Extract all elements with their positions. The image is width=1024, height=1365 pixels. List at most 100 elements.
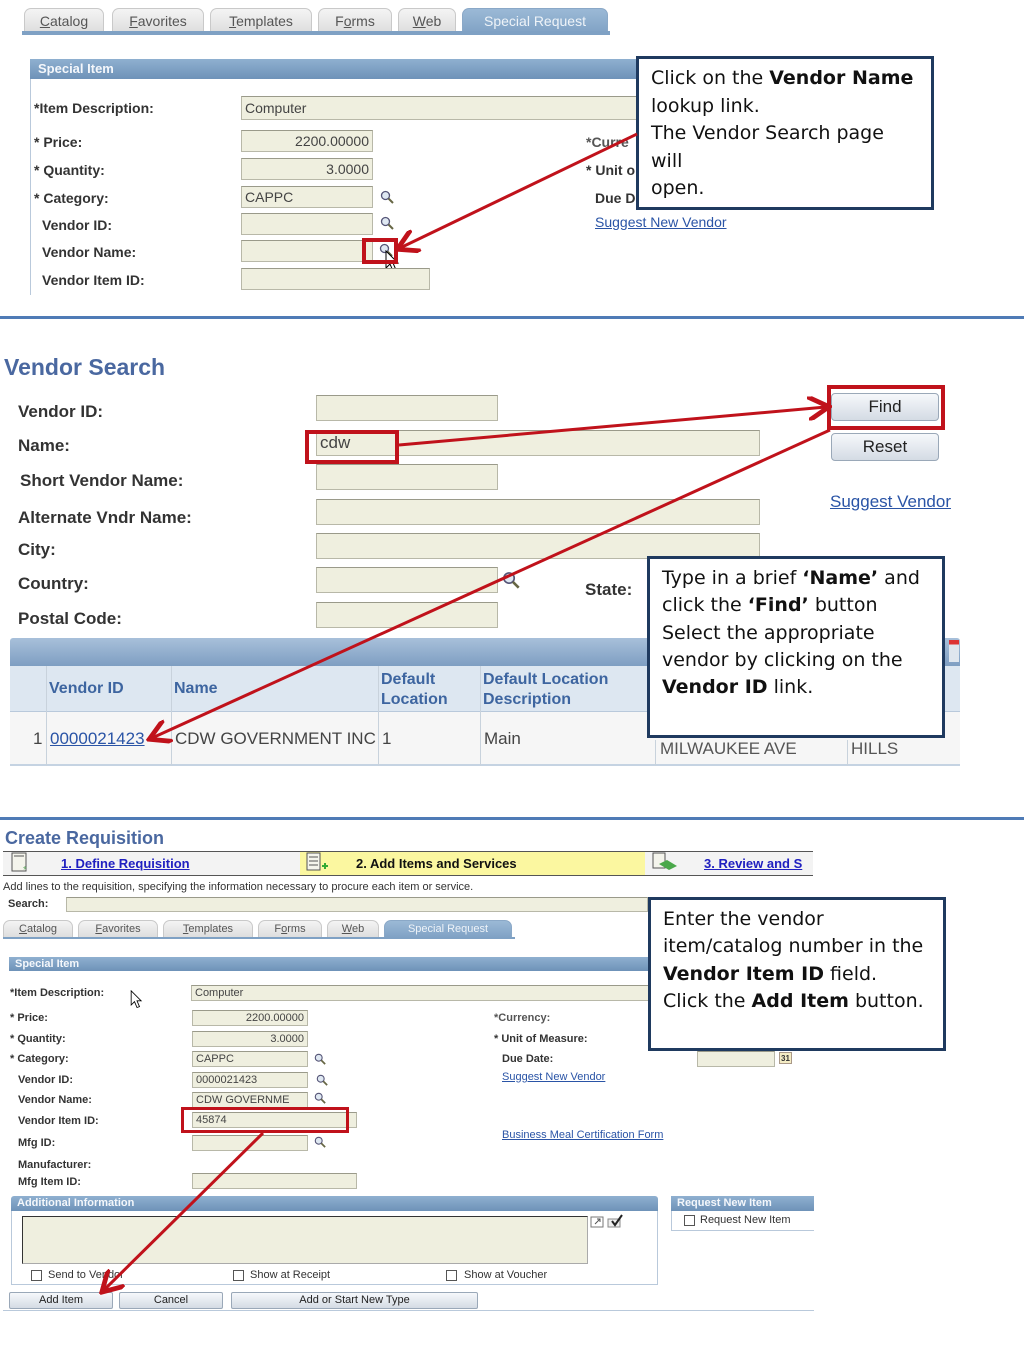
review-and-submit-icon bbox=[652, 852, 677, 870]
col-header-default-location[interactable]: Default Location bbox=[381, 670, 448, 710]
search-input[interactable] bbox=[66, 897, 648, 912]
vendor-name-field[interactable] bbox=[241, 240, 373, 262]
add-or-start-new-type-button[interactable]: Add or Start New Type bbox=[231, 1292, 478, 1309]
col-header-default-location-description[interactable]: Default Location Description bbox=[483, 670, 608, 710]
due-date-field[interactable] bbox=[697, 1051, 775, 1067]
step-review-and-submit[interactable]: 3. Review and S bbox=[704, 856, 802, 871]
default-location-cell: 1 bbox=[382, 729, 392, 748]
country-lookup-icon[interactable] bbox=[502, 571, 520, 589]
show-at-receipt-checkbox[interactable] bbox=[233, 1270, 244, 1281]
mfg-id-lookup-icon[interactable] bbox=[314, 1136, 326, 1148]
vs-alt-name-field[interactable] bbox=[316, 499, 760, 525]
vs-vendor-id-label: Vendor ID: bbox=[18, 402, 104, 421]
vendor-name-field[interactable]: CDW GOVERNME bbox=[192, 1092, 308, 1108]
instruction-callout-3: Enter the vendor item/catalog number in … bbox=[648, 897, 946, 1051]
due-date-label: Due Date: bbox=[502, 1053, 554, 1065]
category-field[interactable]: CAPPC bbox=[192, 1051, 308, 1067]
name-field-highlight bbox=[305, 430, 399, 464]
vendor-id-field[interactable]: 0000021423 bbox=[192, 1072, 308, 1088]
calendar-icon[interactable]: 31 bbox=[779, 1052, 792, 1064]
send-to-vendor-label: Send to Vendor bbox=[48, 1269, 124, 1281]
show-at-receipt-label: Show at Receipt bbox=[250, 1269, 331, 1281]
mfg-item-id-label: Mfg Item ID: bbox=[18, 1176, 81, 1188]
tab-catalog[interactable]: Catalog bbox=[3, 920, 73, 938]
grid-col-sep bbox=[378, 666, 379, 766]
suggest-new-vendor-link[interactable]: Suggest New Vendor bbox=[595, 214, 727, 230]
vs-vendor-id-field[interactable] bbox=[316, 395, 498, 421]
vendor-name-lookup-highlight bbox=[362, 238, 398, 264]
price-label: * Price: bbox=[34, 134, 83, 150]
suggest-new-vendor-link[interactable]: Suggest New Vendor bbox=[502, 1071, 605, 1083]
tab-web[interactable]: Web bbox=[327, 920, 379, 938]
item-description-field[interactable]: Computer bbox=[191, 985, 651, 1001]
tab-favorites[interactable]: Favorites bbox=[78, 920, 158, 938]
vendor-item-id-highlight bbox=[181, 1107, 349, 1133]
category-lookup-icon[interactable] bbox=[380, 190, 394, 204]
vendor-id-lookup-icon[interactable] bbox=[380, 216, 394, 230]
add-item-button[interactable]: Add Item bbox=[9, 1292, 113, 1309]
vs-country-field[interactable] bbox=[316, 567, 498, 593]
vendor-item-id-label: Vendor Item ID: bbox=[42, 272, 145, 288]
show-at-voucher-checkbox[interactable] bbox=[446, 1270, 457, 1281]
vendor-item-id-field[interactable] bbox=[241, 268, 430, 290]
vendor-name-label: Vendor Name: bbox=[18, 1094, 92, 1106]
show-at-voucher-label: Show at Voucher bbox=[464, 1269, 548, 1281]
request-new-item-checkbox[interactable] bbox=[684, 1215, 695, 1226]
vs-short-name-label: Short Vendor Name: bbox=[20, 471, 184, 490]
additional-information-header: Additional Information bbox=[11, 1196, 658, 1211]
cancel-button[interactable]: Cancel bbox=[119, 1292, 223, 1309]
instruction-callout-2: Type in a brief ‘Name’ and click the ‘Fi… bbox=[647, 556, 945, 738]
vendor-name-cell: CDW GOVERNMENT INC bbox=[175, 729, 376, 748]
grid-col-sep bbox=[847, 740, 848, 766]
vendor-name-label: Vendor Name: bbox=[42, 244, 137, 260]
category-label: * Category: bbox=[34, 190, 109, 206]
grid-col-sep bbox=[46, 666, 47, 766]
vs-postal-field[interactable] bbox=[316, 602, 498, 628]
instructions-text: Add lines to the requisition, specifying… bbox=[3, 881, 474, 893]
send-to-vendor-checkbox[interactable] bbox=[31, 1270, 42, 1281]
tab-special-request[interactable]: Special Request bbox=[384, 920, 512, 938]
quantity-field[interactable]: 3.0000 bbox=[241, 158, 373, 180]
mfg-item-id-field[interactable] bbox=[192, 1173, 357, 1189]
tab-templates[interactable]: Templates bbox=[163, 920, 253, 938]
section-divider-2 bbox=[0, 817, 1024, 820]
mfg-id-label: Mfg ID: bbox=[18, 1137, 56, 1149]
vs-country-label: Country: bbox=[18, 574, 89, 593]
vendor-id-result-link[interactable]: 0000021423 bbox=[50, 729, 145, 749]
vs-name-label: Name: bbox=[18, 436, 70, 455]
vs-city-label: City: bbox=[18, 540, 56, 559]
grid-toolbar-icon[interactable] bbox=[949, 640, 959, 662]
tab-forms[interactable]: Forms bbox=[258, 920, 322, 938]
step-define-requisition[interactable]: 1. Define Requisition bbox=[61, 856, 190, 871]
price-field[interactable]: 2200.00000 bbox=[192, 1010, 308, 1026]
location-description-cell: Main bbox=[484, 729, 521, 748]
svg-text:*: * bbox=[23, 865, 27, 874]
vendor-name-lookup-icon[interactable] bbox=[314, 1092, 326, 1104]
unit-of-measure-label: * Unit of Measure: bbox=[494, 1033, 588, 1045]
footer-line bbox=[3, 1310, 814, 1311]
col-header-name[interactable]: Name bbox=[174, 680, 218, 698]
spell-check-icon[interactable] bbox=[606, 1214, 624, 1228]
suggest-vendor-link[interactable]: Suggest Vendor bbox=[830, 492, 951, 512]
vendor-id-lookup-icon[interactable] bbox=[316, 1074, 328, 1086]
category-lookup-icon[interactable] bbox=[314, 1053, 326, 1065]
reset-button[interactable]: Reset bbox=[831, 433, 939, 461]
col-header-vendor-id[interactable]: Vendor ID bbox=[49, 680, 124, 698]
vs-short-name-field[interactable] bbox=[316, 464, 498, 490]
business-meal-certification-link[interactable]: Business Meal Certification Form bbox=[502, 1129, 663, 1141]
request-new-item-label: Request New Item bbox=[700, 1214, 791, 1226]
request-new-item-header: Request New Item bbox=[671, 1196, 814, 1211]
vs-alt-name-label: Alternate Vndr Name: bbox=[18, 508, 192, 527]
grid-col-sep bbox=[480, 666, 481, 766]
category-field[interactable]: CAPPC bbox=[241, 186, 373, 208]
add-items-icon bbox=[306, 852, 328, 871]
grid-col-sep bbox=[655, 740, 656, 766]
quantity-field[interactable]: 3.0000 bbox=[192, 1031, 308, 1047]
mfg-id-field[interactable] bbox=[192, 1135, 308, 1151]
price-field[interactable]: 2200.00000 bbox=[241, 130, 373, 152]
expand-textarea-icon[interactable] bbox=[590, 1216, 604, 1228]
item-description-field[interactable]: Computer bbox=[241, 96, 641, 120]
vendor-id-field[interactable] bbox=[241, 213, 373, 235]
mouse-cursor-icon bbox=[130, 990, 143, 1009]
comments-textarea[interactable] bbox=[22, 1216, 588, 1264]
